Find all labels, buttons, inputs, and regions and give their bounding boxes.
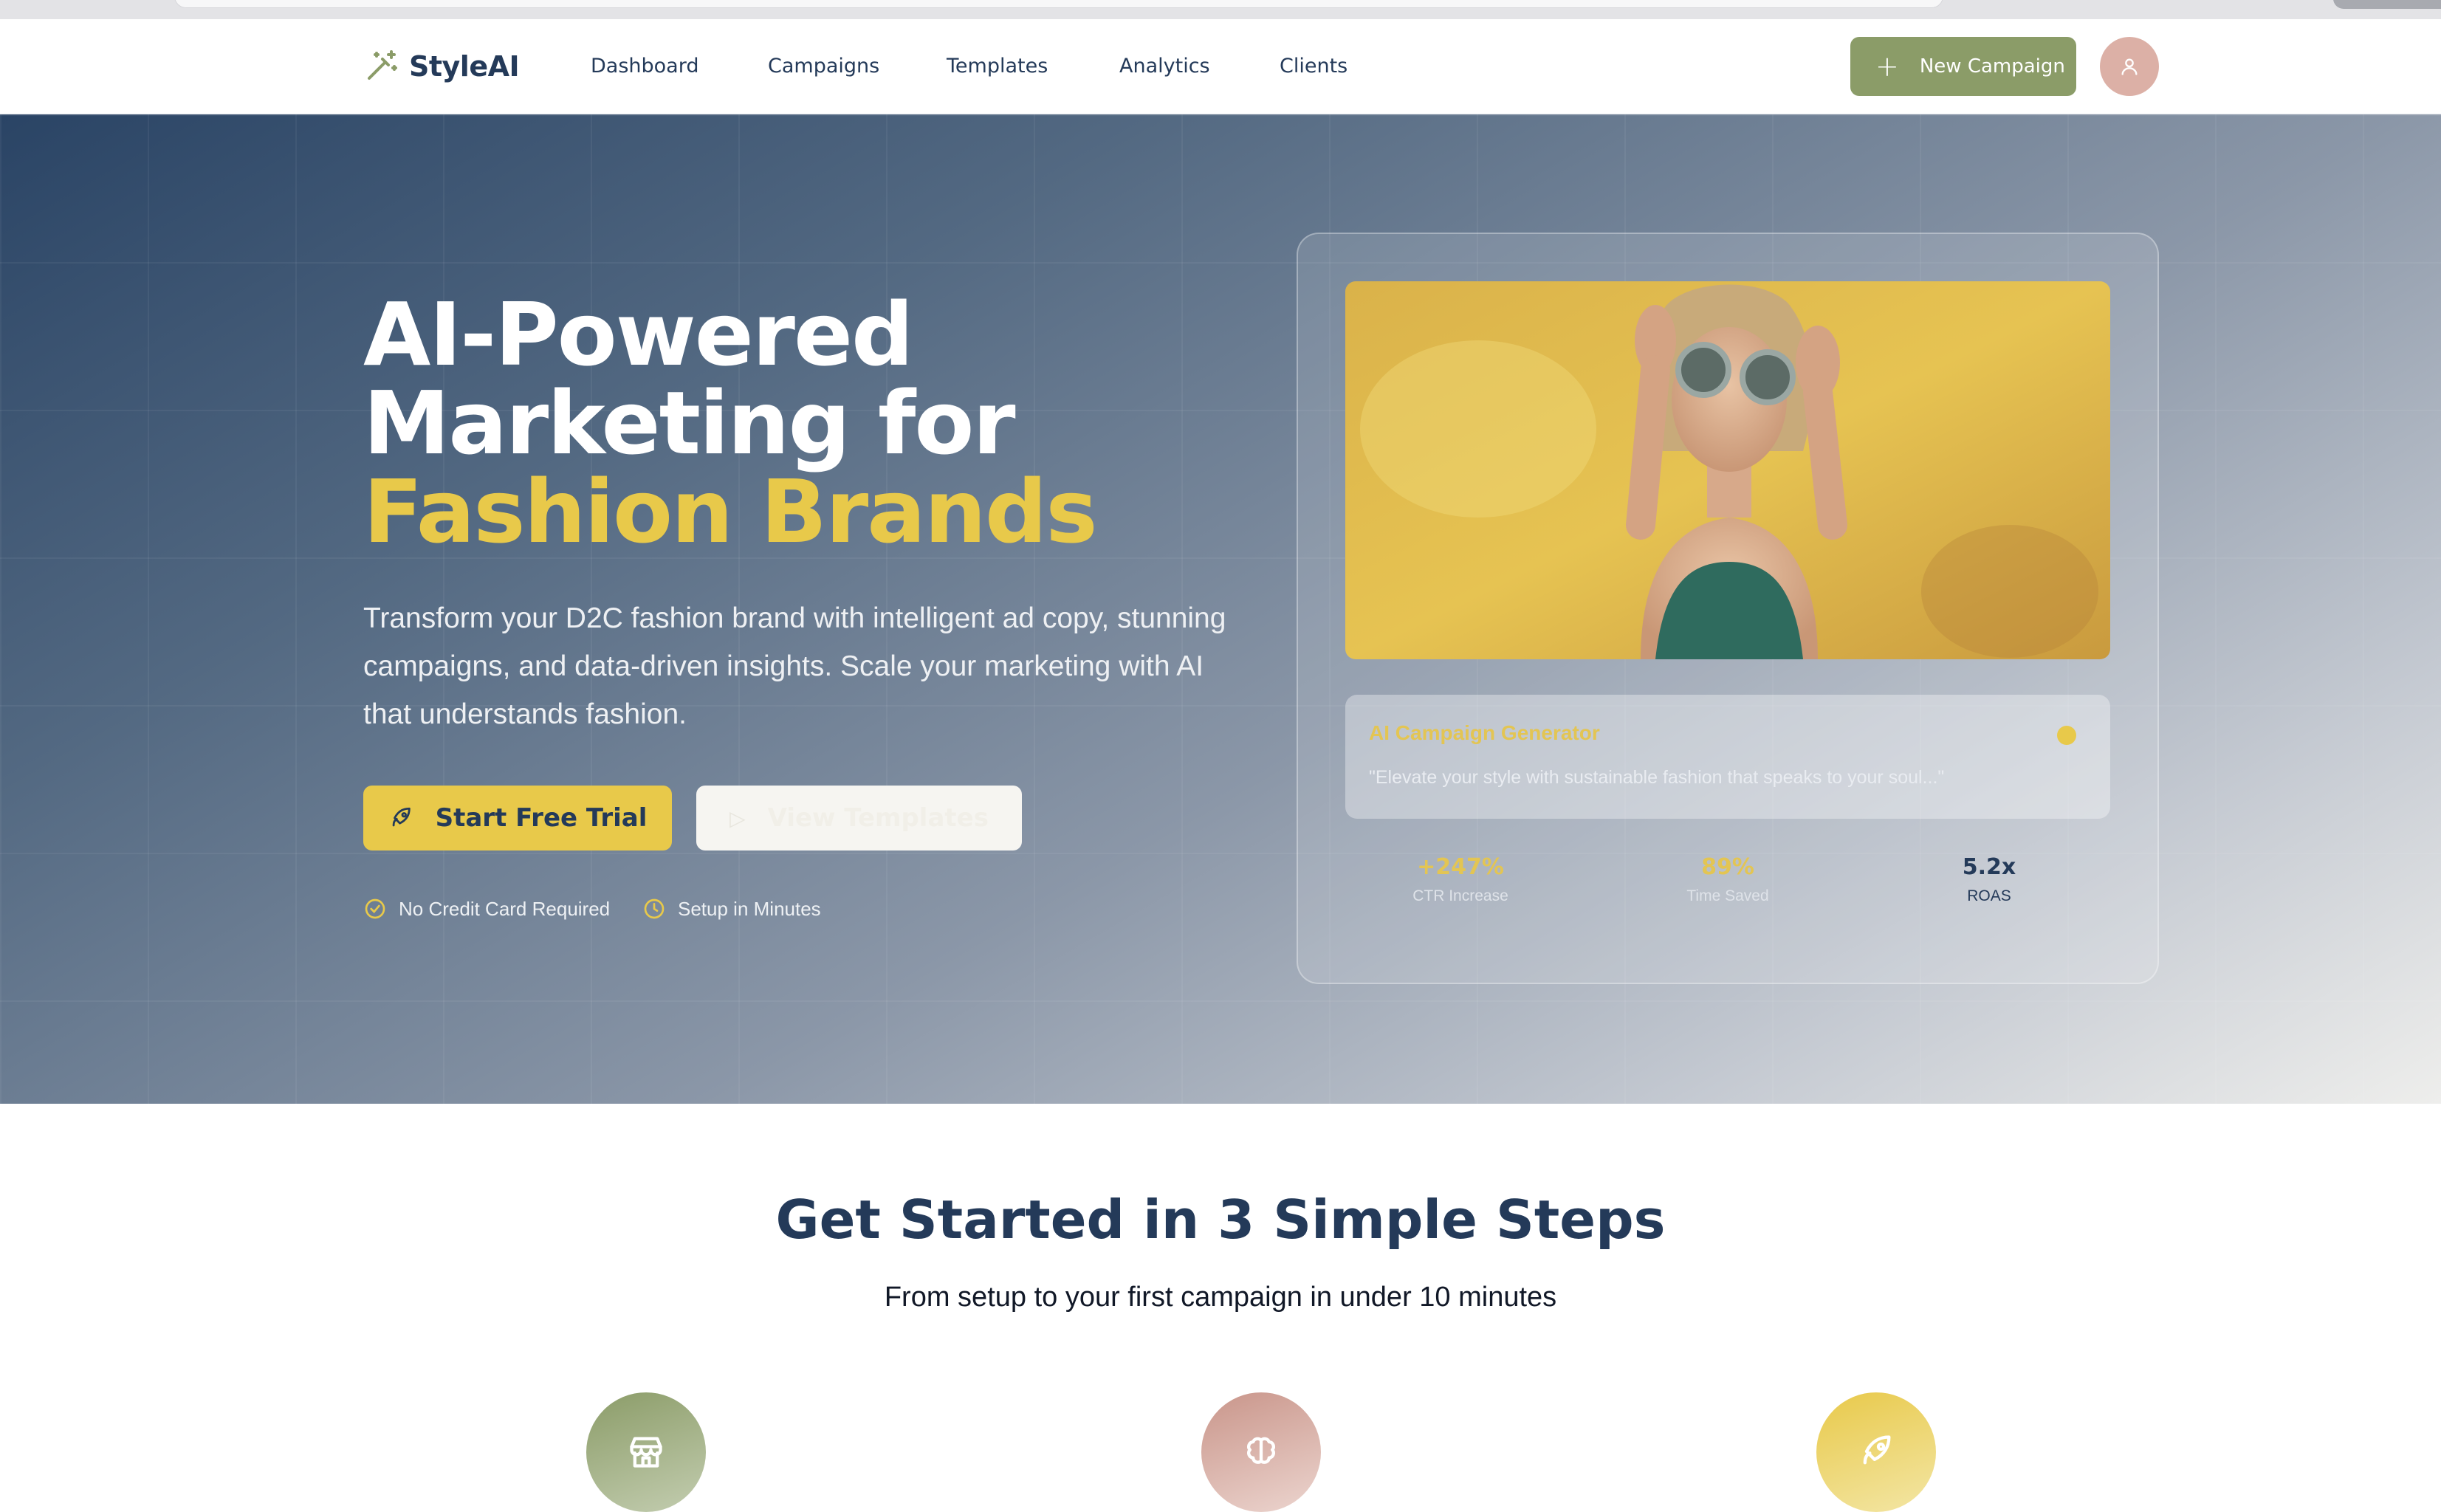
hero-section: AI-Powered Marketing for Fashion Brands … xyxy=(0,114,2441,1104)
step-2-circle xyxy=(1201,1392,1321,1512)
stat-time-saved-label: Time Saved xyxy=(1686,887,1769,904)
browser-tab-stub[interactable] xyxy=(2333,0,2441,9)
play-icon: ▷ xyxy=(729,805,746,831)
status-dot xyxy=(2057,726,2076,745)
nav-link-clients[interactable]: Clients xyxy=(1280,55,1347,78)
perk-no-credit-card-label: No Credit Card Required xyxy=(399,897,611,920)
step-3-circle xyxy=(1816,1392,1936,1512)
user-icon xyxy=(2121,58,2138,75)
step-1-circle xyxy=(586,1392,706,1512)
hero-title-accent: Fashion Brands xyxy=(363,461,1098,563)
brain-icon xyxy=(1247,1437,1275,1464)
store-icon xyxy=(630,1437,662,1468)
steps-subtitle: From setup to your first campaign in und… xyxy=(884,1282,1557,1313)
check-circle-icon xyxy=(365,898,385,919)
address-bar[interactable] xyxy=(174,0,1943,8)
stat-roas: 5.2x ROAS xyxy=(1901,854,2078,905)
stat-roas-label: ROAS xyxy=(1967,887,2011,904)
brand-name: StyleAI xyxy=(409,50,520,83)
nav-link-analytics[interactable]: Analytics xyxy=(1119,55,1210,78)
magic-wand-icon xyxy=(368,50,397,80)
hero-title: AI-Powered Marketing for Fashion Brands xyxy=(363,284,1098,563)
view-templates-button[interactable]: ▷ View Templates xyxy=(696,786,1022,850)
brand-logo[interactable]: StyleAI xyxy=(363,47,520,86)
perk-setup-minutes-label: Setup in Minutes xyxy=(678,897,821,920)
stat-ctr: +247% CTR Increase xyxy=(1372,854,1549,905)
rocket-icon xyxy=(1863,1435,1891,1465)
nav-link-campaigns[interactable]: Campaigns xyxy=(768,55,879,78)
steps-title: Get Started in 3 Simple Steps xyxy=(775,1189,1666,1251)
hero-subtitle: Transform your D2C fashion brand with in… xyxy=(363,602,1226,730)
stat-ctr-label: CTR Increase xyxy=(1412,887,1508,904)
plus-icon: + xyxy=(1875,50,1899,83)
view-templates-label: View Templates xyxy=(767,803,989,833)
generator-title: AI Campaign Generator xyxy=(1369,721,1600,744)
nav-link-dashboard[interactable]: Dashboard xyxy=(591,55,698,78)
rocket-icon xyxy=(392,807,411,827)
ai-campaign-generator-box: AI Campaign Generator "Elevate your styl… xyxy=(1345,695,2110,819)
campaign-preview-card: AI Campaign Generator "Elevate your styl… xyxy=(1297,233,2159,984)
hero-title-line-1: AI-Powered xyxy=(363,284,913,385)
clock-icon xyxy=(644,898,665,919)
start-free-trial-label: Start Free Trial xyxy=(435,803,648,833)
new-campaign-button[interactable]: + New Campaign xyxy=(1850,37,2076,96)
new-campaign-label: New Campaign xyxy=(1919,55,2065,78)
perk-no-credit-card: No Credit Card Required xyxy=(363,897,610,921)
fashion-model-image xyxy=(1345,281,2110,659)
top-navbar: StyleAI Dashboard Campaigns Templates An… xyxy=(0,19,2441,114)
perk-setup-minutes: Setup in Minutes xyxy=(642,897,821,921)
stat-time-saved: 89% Time Saved xyxy=(1639,854,1816,905)
browser-chrome xyxy=(0,0,2441,20)
user-avatar[interactable] xyxy=(2100,37,2159,96)
stat-time-saved-value: 89% xyxy=(1701,854,1754,880)
start-free-trial-button[interactable]: Start Free Trial xyxy=(363,786,672,850)
stat-roas-value: 5.2x xyxy=(1962,854,2016,880)
generator-quote: "Elevate your style with sustainable fas… xyxy=(1369,767,1945,788)
hero-title-line-2: Marketing for xyxy=(363,372,1016,474)
stat-ctr-value: +247% xyxy=(1417,854,1504,880)
nav-link-templates[interactable]: Templates xyxy=(947,55,1048,78)
